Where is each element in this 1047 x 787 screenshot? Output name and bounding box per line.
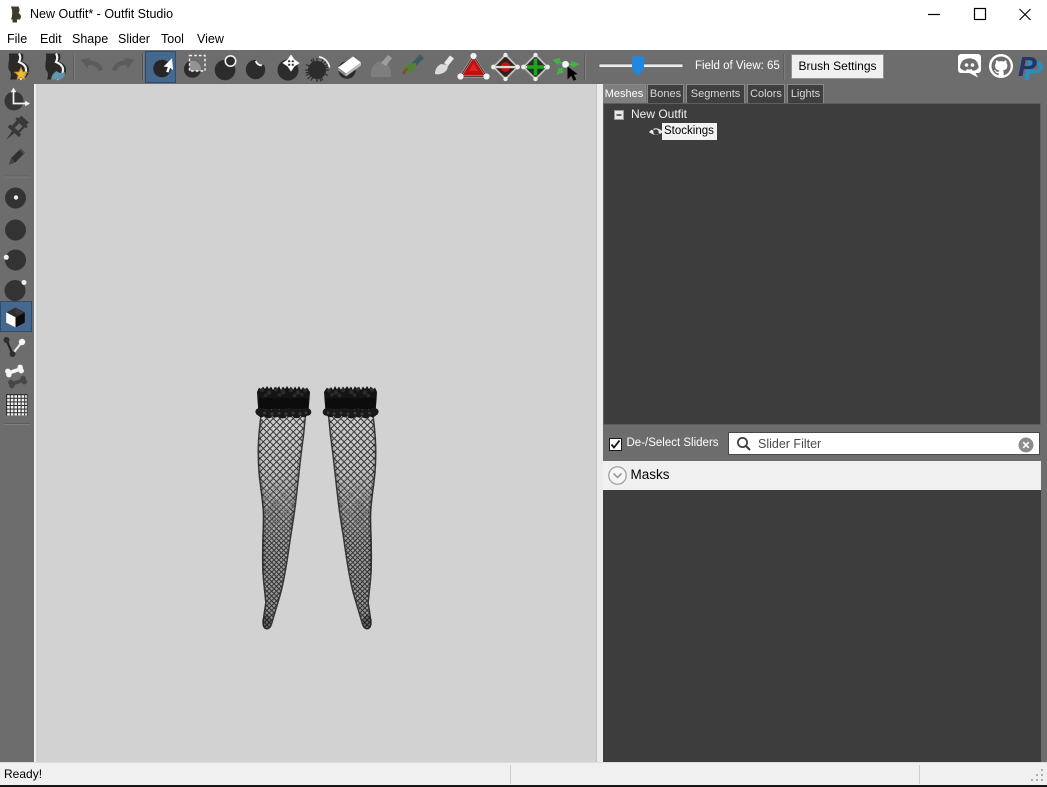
svg-text:P: P <box>1018 51 1037 82</box>
